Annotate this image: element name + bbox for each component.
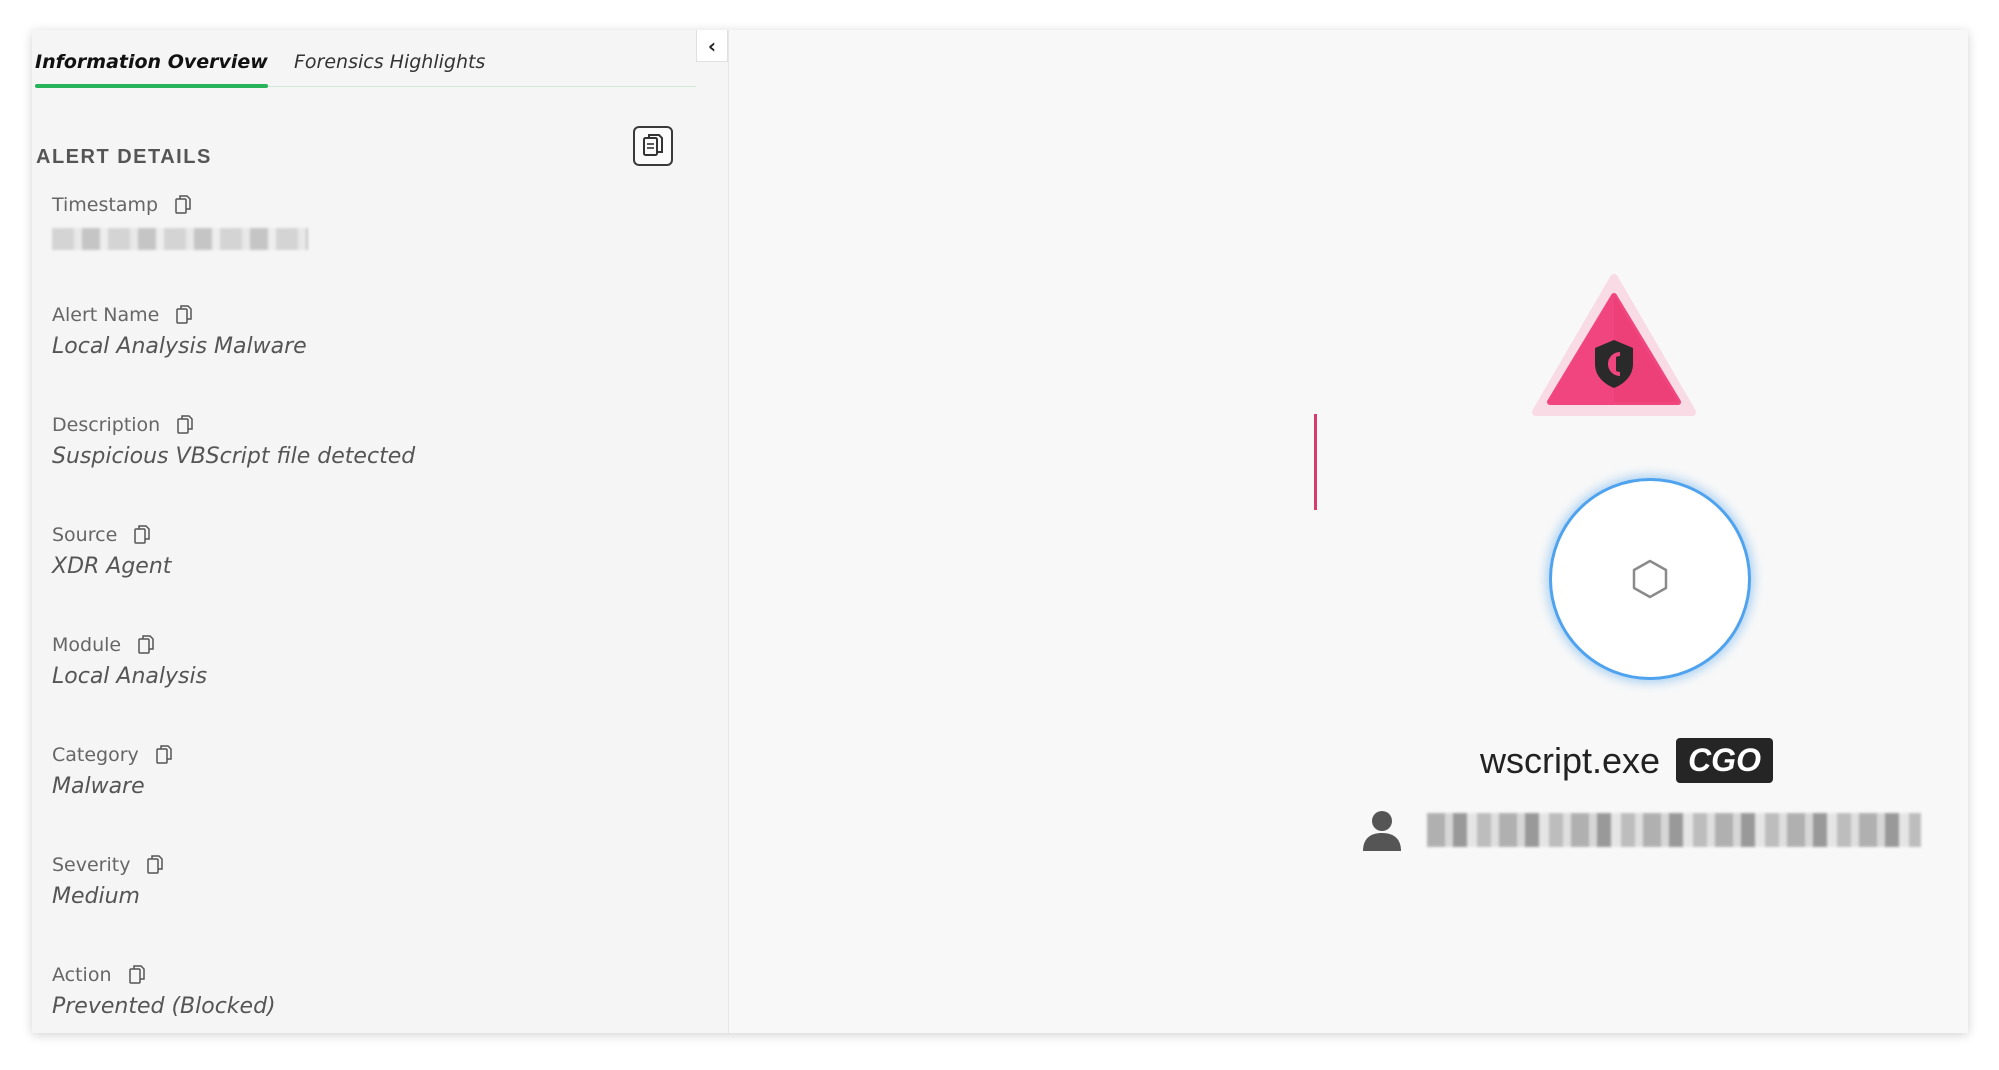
tab-label: Forensics Highlights xyxy=(294,51,486,73)
app-window: ‹ Information Overview Forensics Highlig… xyxy=(32,30,1968,1033)
tab-label: Information Overview xyxy=(35,51,268,73)
details-panel: ‹ Information Overview Forensics Highlig… xyxy=(32,30,729,1033)
copy-icon[interactable] xyxy=(128,964,146,986)
field-action: Action Prevented (Blocked) xyxy=(52,960,415,1070)
field-timestamp: Timestamp xyxy=(52,190,415,300)
field-label: Source xyxy=(52,524,118,546)
hexagon-icon xyxy=(1632,559,1668,599)
field-source: Source XDR Agent xyxy=(52,520,415,630)
copy-icon[interactable] xyxy=(155,744,173,766)
field-label: Severity xyxy=(52,854,131,876)
field-label: Module xyxy=(52,634,122,656)
field-module: Module Local Analysis xyxy=(52,630,415,740)
field-value: Malware xyxy=(52,774,145,799)
copy-icon[interactable] xyxy=(175,304,193,326)
field-alert-name: Alert Name Local Analysis Malware xyxy=(52,300,415,410)
field-value: Suspicious VBScript file detected xyxy=(52,444,416,469)
field-label: Category xyxy=(52,744,139,766)
field-value: Local Analysis Malware xyxy=(52,334,307,359)
alert-details-list: Timestamp Alert Name Local Analysis Malw… xyxy=(52,190,415,1070)
shield-alert-icon xyxy=(1532,274,1696,416)
causality-graph: wscript.exe CGO xyxy=(729,30,1968,1033)
process-node[interactable] xyxy=(1549,478,1751,680)
copy-icon[interactable] xyxy=(176,414,194,436)
field-value: XDR Agent xyxy=(52,554,172,579)
field-label: Timestamp xyxy=(52,194,159,216)
copy-all-button[interactable] xyxy=(633,126,673,166)
process-label: wscript.exe CGO xyxy=(1480,738,1773,783)
field-label: Action xyxy=(52,964,112,986)
chevron-left-icon: ‹ xyxy=(707,33,717,58)
alert-node[interactable] xyxy=(1532,274,1696,416)
field-severity: Severity Medium xyxy=(52,850,415,960)
field-label: Alert Name xyxy=(52,304,160,326)
tab-information-overview[interactable]: Information Overview xyxy=(35,48,268,88)
copy-icon xyxy=(643,134,663,156)
user-icon xyxy=(1363,811,1401,851)
field-label: Description xyxy=(52,414,161,436)
field-value: Medium xyxy=(52,884,140,909)
graph-connector xyxy=(1314,414,1317,510)
copy-icon[interactable] xyxy=(146,854,164,876)
tab-forensics-highlights[interactable]: Forensics Highlights xyxy=(294,48,485,86)
field-value: Prevented (Blocked) xyxy=(52,994,276,1019)
timestamp-value-redacted xyxy=(52,228,308,250)
collapse-panel-button[interactable]: ‹ xyxy=(696,30,728,62)
username-redacted xyxy=(1427,813,1921,847)
field-description: Description Suspicious VBScript file det… xyxy=(52,410,415,520)
process-badge: CGO xyxy=(1676,738,1773,783)
process-name: wscript.exe xyxy=(1480,739,1661,781)
section-title: ALERT DETAILS xyxy=(36,146,212,168)
copy-icon[interactable] xyxy=(133,524,151,546)
tab-bar: Information Overview Forensics Highlight… xyxy=(35,48,696,88)
copy-icon[interactable] xyxy=(137,634,155,656)
field-value: Local Analysis xyxy=(52,664,208,689)
user-row xyxy=(1361,808,1921,852)
field-category: Category Malware xyxy=(52,740,415,850)
copy-icon[interactable] xyxy=(174,194,192,216)
